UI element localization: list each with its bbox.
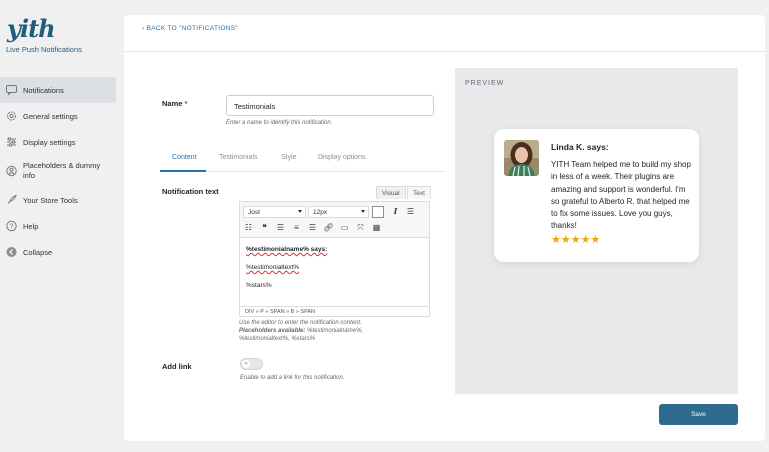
editor-status-path: DIV » P » SPAN » B » SPAN (240, 306, 429, 316)
sidebar-item-label: Collapse (23, 247, 53, 257)
required-mark: * (184, 99, 188, 108)
editor-line-stars: %stars% (246, 282, 272, 289)
sidebar-item-help[interactable]: ? Help (0, 213, 116, 239)
placeholders-help: Placeholders available: %testimonialname… (239, 328, 364, 334)
name-label: Name * (162, 99, 188, 108)
svg-text:?: ? (10, 224, 14, 231)
sidebar-item-label: Placeholders & dummy info (23, 161, 101, 180)
sidebar-item-label: General settings (23, 111, 78, 121)
caret-down-icon (298, 210, 302, 213)
notification-preview-card: Linda K. says: YITH Team helped me to bu… (494, 129, 699, 262)
preview-author: Linda K. says: (551, 142, 609, 152)
sidebar-nav: Notifications General settings Display s… (0, 77, 116, 265)
align-left-icon[interactable]: ☰ (275, 222, 286, 233)
sidebar-item-store-tools[interactable]: Your Store Tools (0, 187, 116, 213)
numbered-list-icon[interactable]: ☷ (243, 222, 254, 233)
close-icon: ✕ (242, 360, 250, 368)
main-panel: ‹ BACK TO "NOTIFICATIONS" Name * Testimo… (124, 15, 765, 441)
notification-text-label: Notification text (162, 187, 219, 196)
tab-testimonials[interactable]: Testimonials (219, 154, 258, 161)
sidebar-item-placeholders[interactable]: Placeholders & dummy info (0, 155, 116, 187)
sidebar-item-label: Your Store Tools (23, 195, 78, 205)
name-help: Enter a name to identify this notificati… (226, 120, 333, 126)
rich-text-editor: Jost 12px I ☰ ☷ ❝ ☰ ≡ ☰ 🔗︎ ▭ ⤧ ▦ %testim… (239, 201, 430, 317)
editor-help: Use the editor to enter the notification… (239, 319, 363, 343)
rocket-icon (6, 194, 17, 206)
font-family-select[interactable]: Jost (243, 206, 306, 218)
sidebar-item-label: Notifications (23, 85, 64, 95)
add-link-toggle[interactable]: ✕ (240, 358, 263, 370)
sidebar-item-label: Help (23, 221, 39, 231)
editor-content[interactable]: %testimonialname% says: %testimonialtext… (246, 246, 421, 300)
avatar (504, 140, 539, 176)
editor-tab-text[interactable]: Text (407, 186, 431, 199)
preview-title: PREVIEW (465, 80, 505, 87)
read-more-icon[interactable]: ▭ (339, 222, 350, 233)
fullscreen-icon[interactable]: ⤧ (355, 222, 366, 233)
italic-icon[interactable]: I (390, 206, 401, 217)
sidebar-item-display-settings[interactable]: Display settings (0, 129, 116, 155)
editor-line-name: %testimonialname% says: (246, 246, 328, 253)
add-link-help: Enable to add a link for this notificati… (240, 375, 345, 381)
preview-area: PREVIEW Linda K. says: YITH Team helped … (455, 68, 738, 394)
toolbar-toggle-icon[interactable]: ▦ (371, 222, 382, 233)
sidebar-item-label: Display settings (23, 137, 76, 147)
star-rating: ★★★★★ (551, 234, 601, 246)
font-size-select[interactable]: 12px (308, 206, 369, 218)
user-circle-icon (6, 165, 17, 177)
active-tab-indicator (160, 170, 206, 172)
add-link-label: Add link (162, 362, 192, 371)
preview-message: YITH Team helped me to build my shop in … (551, 160, 691, 231)
sidebar-item-collapse[interactable]: Collapse (0, 239, 116, 265)
text-color-picker[interactable] (372, 206, 384, 218)
yith-logo[interactable]: yith (7, 14, 56, 43)
sidebar-item-notifications[interactable]: Notifications (0, 77, 116, 103)
name-input[interactable]: Testimonials (226, 95, 434, 116)
caret-down-icon (361, 210, 365, 213)
back-to-notifications-link[interactable]: ‹ BACK TO "NOTIFICATIONS" (142, 25, 238, 32)
tab-content[interactable]: Content (172, 154, 197, 161)
editor-toolbar: Jost 12px I ☰ ☷ ❝ ☰ ≡ ☰ 🔗︎ ▭ ⤧ ▦ (240, 202, 429, 238)
bullet-list-icon[interactable]: ☰ (405, 206, 416, 217)
help-icon: ? (6, 220, 17, 232)
link-icon[interactable]: 🔗︎ (323, 222, 334, 233)
notification-icon (6, 85, 17, 96)
sidebar: yith Live Push Notifications Notificatio… (0, 0, 118, 452)
tab-display-options[interactable]: Display options (318, 154, 365, 161)
plugin-name: Live Push Notifications (6, 45, 82, 54)
tab-style[interactable]: Style (281, 154, 297, 161)
divider (124, 51, 765, 52)
editor-help-line: Use the editor to enter the notification… (239, 320, 362, 326)
content-tabs: Content Testimonials Style Display optio… (160, 152, 445, 172)
save-button[interactable]: Save (659, 404, 738, 425)
gear-icon (6, 111, 17, 122)
editor-tab-visual[interactable]: Visual (376, 186, 406, 199)
editor-line-text: %testimonialtext% (246, 264, 300, 271)
collapse-icon (6, 247, 17, 258)
sidebar-item-general-settings[interactable]: General settings (0, 103, 116, 129)
sliders-icon (6, 137, 17, 148)
blockquote-icon[interactable]: ❝ (259, 222, 270, 233)
align-center-icon[interactable]: ≡ (291, 222, 302, 233)
placeholders-list: %testimonialtext%, %stars% (239, 336, 316, 342)
align-right-icon[interactable]: ☰ (307, 222, 318, 233)
